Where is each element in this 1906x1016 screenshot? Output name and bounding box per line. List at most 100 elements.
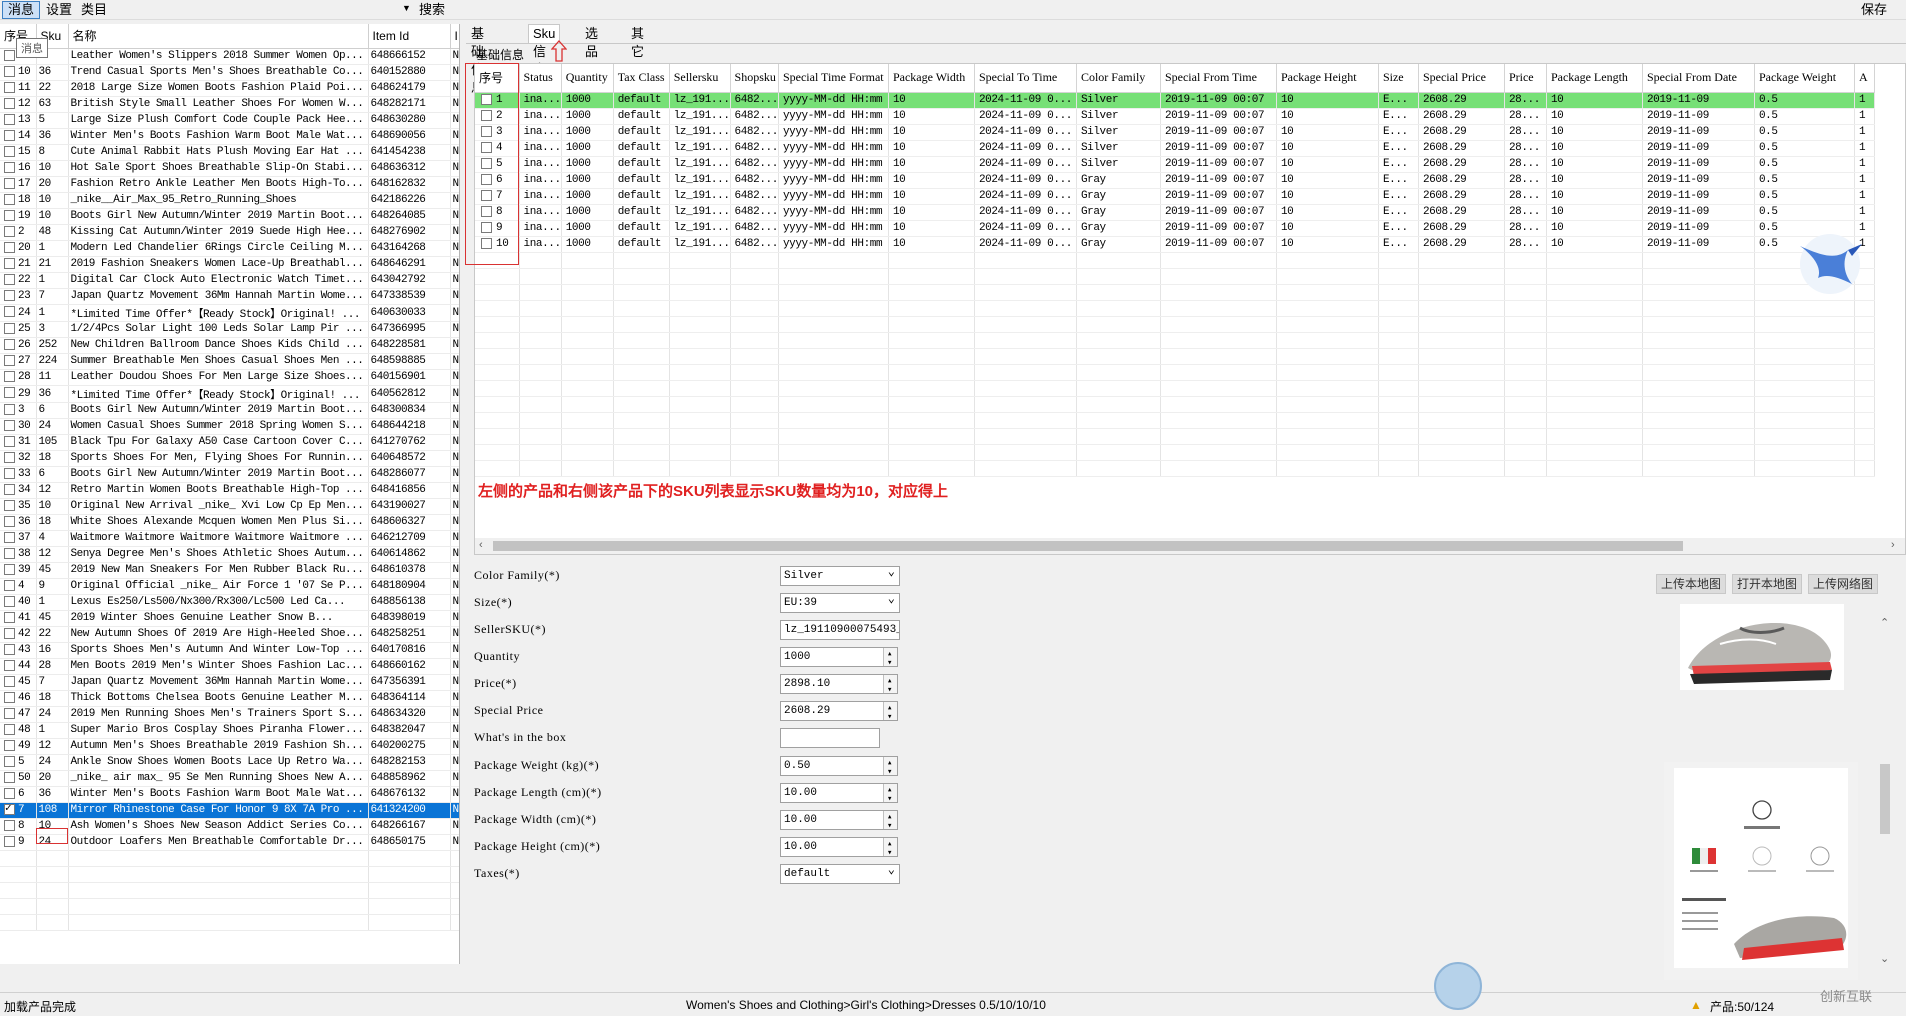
row-checkbox[interactable] bbox=[4, 547, 15, 559]
sku-row[interactable]: 8 ina... 1000 default lz_191... 6482... yyyy-M… bbox=[475, 204, 1875, 221]
row-checkbox[interactable] bbox=[4, 691, 15, 703]
row-checkbox[interactable] bbox=[4, 322, 15, 334]
form-select[interactable]: EU:39 bbox=[780, 593, 900, 613]
row-checkbox[interactable] bbox=[4, 65, 15, 77]
product-row[interactable]: 5 24 Ankle Snow Shoes Women Boots Lace Up … bbox=[0, 754, 459, 771]
menu-settings[interactable]: 设置 bbox=[41, 1, 77, 19]
row-checkbox[interactable] bbox=[4, 707, 15, 719]
row-checkbox[interactable] bbox=[4, 289, 15, 301]
spinner-arrows-icon[interactable] bbox=[883, 811, 897, 829]
sku-col-header[interactable]: Special From Time bbox=[1160, 64, 1277, 93]
spinner-arrows-icon[interactable] bbox=[883, 702, 897, 720]
row-checkbox[interactable] bbox=[4, 193, 15, 205]
row-checkbox[interactable] bbox=[4, 787, 15, 799]
row-checkbox[interactable] bbox=[4, 627, 15, 639]
row-checkbox[interactable] bbox=[4, 241, 15, 253]
sku-col-header[interactable]: Price bbox=[1504, 64, 1547, 93]
product-row[interactable]: 32 18 Sports Shoes For Men, Flying Shoes F… bbox=[0, 450, 459, 467]
product-row[interactable]: 18 10 _nike__Air_Max_95_Retro_Running_Shoe… bbox=[0, 192, 459, 209]
upload-web-image-button[interactable]: 上传网络图 bbox=[1808, 574, 1879, 594]
tab-basic-info[interactable]: 基础信息 bbox=[466, 24, 489, 95]
row-checkbox[interactable] bbox=[4, 161, 15, 173]
search-button[interactable]: 搜索 bbox=[414, 1, 450, 19]
row-checkbox[interactable] bbox=[4, 835, 15, 847]
form-select[interactable]: default bbox=[780, 864, 900, 884]
form-spinner[interactable]: 1000 bbox=[780, 647, 898, 667]
form-spinner[interactable]: 0.50 bbox=[780, 756, 898, 776]
product-row[interactable]: 38 12 Senya Degree Men's Shoes Athletic Sh… bbox=[0, 546, 459, 563]
row-checkbox[interactable] bbox=[4, 209, 15, 221]
spinner-arrows-icon[interactable] bbox=[883, 757, 897, 775]
row-checkbox[interactable] bbox=[4, 531, 15, 543]
scroll-thumb[interactable] bbox=[1880, 764, 1890, 834]
product-row[interactable]: 42 22 New Autumn Shoes Of 2019 Are High-He… bbox=[0, 626, 459, 643]
col-header-extra[interactable]: I bbox=[450, 24, 459, 49]
product-row[interactable]: 4 9 Original Official _nike_ Air Force 1 '… bbox=[0, 578, 459, 595]
sku-col-header[interactable]: Quantity bbox=[561, 64, 614, 93]
sku-row[interactable]: 10 ina... 1000 default lz_191... 6482... yyyy-… bbox=[475, 236, 1875, 253]
product-row[interactable]: 45 7 Japan Quartz Movement 36Mm Hannah Mar… bbox=[0, 674, 459, 691]
row-checkbox[interactable] bbox=[4, 675, 15, 687]
row-checkbox[interactable] bbox=[4, 387, 15, 399]
row-checkbox[interactable] bbox=[4, 739, 15, 751]
product-row[interactable]: 37 4 Waitmore Waitmore Waitmore Waitmore W… bbox=[0, 530, 459, 547]
product-row[interactable]: 27 224 Summer Breathable Men Shoes Casual … bbox=[0, 353, 459, 370]
form-spinner[interactable]: 2608.29 bbox=[780, 701, 898, 721]
sku-col-header[interactable]: Status bbox=[519, 64, 562, 93]
product-row[interactable]: 9 24 Outdoor Loafers Men Breathable Comfor… bbox=[0, 834, 459, 851]
sku-row-checkbox[interactable] bbox=[481, 221, 492, 233]
product-row[interactable]: 7 108Mirror Rhinestone Case For Honor 9 8… bbox=[0, 802, 459, 819]
sku-col-header[interactable]: Package Weight bbox=[1754, 64, 1855, 93]
sku-row-checkbox[interactable] bbox=[481, 205, 492, 217]
product-row[interactable]: 24 1 *Limited Time Offer*【Ready Stock】Orig… bbox=[0, 304, 459, 322]
row-checkbox[interactable] bbox=[4, 177, 15, 189]
sku-row[interactable]: 2 ina... 1000 default lz_191... 6482... yyyy-M… bbox=[475, 108, 1875, 125]
product-row[interactable]: 44 28 Men Boots 2019 Men's Winter Shoes Fa… bbox=[0, 658, 459, 675]
product-row[interactable]: 14 36 Winter Men's Boots Fashion Warm Boot… bbox=[0, 128, 459, 145]
product-row[interactable]: 31 105 Black Tpu For Galaxy A50 Case Carto… bbox=[0, 434, 459, 451]
spinner-arrows-icon[interactable] bbox=[883, 648, 897, 666]
sku-row[interactable]: 9 ina... 1000 default lz_191... 6482... yyyy-M… bbox=[475, 220, 1875, 237]
row-checkbox[interactable] bbox=[4, 419, 15, 431]
form-spinner[interactable]: 10.00 bbox=[780, 837, 898, 857]
product-row[interactable]: 35 10 Original New Arrival _nike_ Xvi Low … bbox=[0, 498, 459, 515]
save-button[interactable]: 保存 bbox=[1856, 1, 1892, 19]
product-row[interactable]: 40 1 Lexus Es250/Ls500/Nx300/Rx300/Lc500 L… bbox=[0, 594, 459, 611]
spinner-arrows-icon[interactable] bbox=[883, 784, 897, 802]
sku-row-checkbox[interactable] bbox=[481, 93, 492, 105]
row-checkbox[interactable] bbox=[4, 515, 15, 527]
col-header-name[interactable]: 名称 bbox=[68, 24, 369, 49]
scroll-left-icon[interactable]: ‹ bbox=[479, 539, 483, 551]
product-row[interactable]: 12 63 British Style Small Leather Shoes Fo… bbox=[0, 96, 459, 113]
product-row[interactable]: 47 24 2019 Men Running Shoes Men's Trainer… bbox=[0, 706, 459, 723]
sku-col-header[interactable]: Tax Class bbox=[613, 64, 670, 93]
row-checkbox[interactable] bbox=[4, 273, 15, 285]
tab-selection[interactable]: 选品 bbox=[580, 24, 603, 59]
row-checkbox[interactable] bbox=[4, 354, 15, 366]
sku-row-checkbox[interactable] bbox=[481, 157, 492, 169]
dropdown-arrow-icon[interactable]: ▼ bbox=[402, 3, 411, 13]
product-row[interactable]: 25 3 1/2/4Pcs Solar Light 100 Leds Solar L… bbox=[0, 321, 459, 338]
sku-col-header[interactable]: Package Height bbox=[1276, 64, 1379, 93]
sku-col-header[interactable]: 序号 bbox=[475, 64, 520, 93]
scroll-thumb[interactable] bbox=[493, 541, 1683, 551]
image-panel-scrollbar[interactable]: ⌃ ⌄ bbox=[1878, 616, 1892, 976]
product-row[interactable]: 20 1 Modern Led Chandelier 6Rings Circle C… bbox=[0, 240, 459, 257]
menu-messages[interactable]: 消息 bbox=[2, 1, 41, 19]
row-checkbox[interactable] bbox=[4, 595, 15, 607]
product-row[interactable]: 49 12 Autumn Men's Shoes Breathable 2019 F… bbox=[0, 738, 459, 755]
row-checkbox[interactable] bbox=[4, 435, 15, 447]
product-row[interactable]: 50 20 _nike_ air max_ 95 Se Men Running Sh… bbox=[0, 770, 459, 787]
product-row[interactable]: 28 11 Leather Doudou Shoes For Men Large S… bbox=[0, 369, 459, 386]
product-row[interactable]: 15 8 Cute Animal Rabbit Hats Plush Moving … bbox=[0, 144, 459, 161]
sku-row-checkbox[interactable] bbox=[481, 237, 492, 249]
product-row[interactable]: 8 10 Ash Women's Shoes New Season Addict S… bbox=[0, 818, 459, 835]
sku-col-header[interactable]: Shopsku bbox=[730, 64, 779, 93]
sku-col-header[interactable]: Size bbox=[1378, 64, 1419, 93]
sku-row[interactable]: 3 ina... 1000 default lz_191... 6482... yyyy-M… bbox=[475, 124, 1875, 141]
row-checkbox[interactable] bbox=[4, 370, 15, 382]
form-select[interactable]: Silver bbox=[780, 566, 900, 586]
row-checkbox[interactable] bbox=[4, 451, 15, 463]
form-input[interactable] bbox=[780, 728, 880, 748]
row-checkbox[interactable] bbox=[4, 306, 15, 318]
